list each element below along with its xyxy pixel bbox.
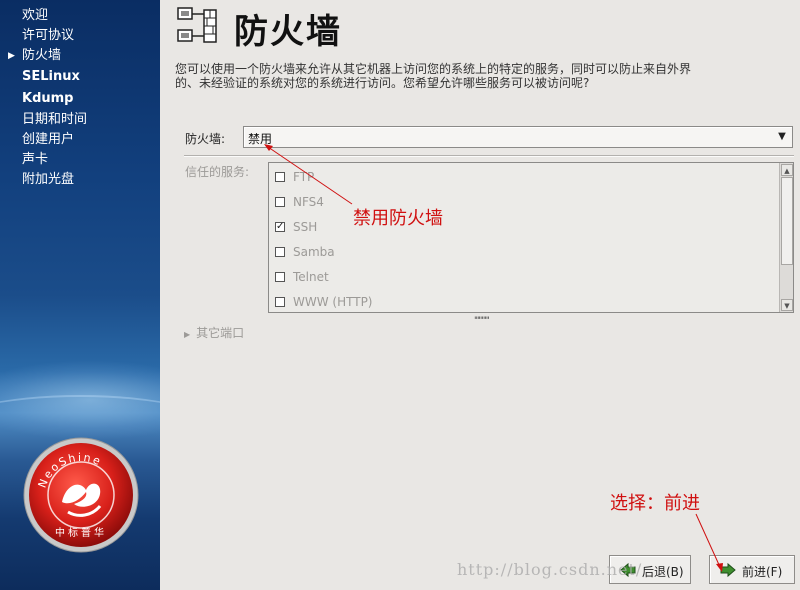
next-button-label: 前进(F) (742, 565, 783, 579)
service-item-ftp[interactable]: FTP (275, 167, 765, 187)
service-item-www-http[interactable]: WWW (HTTP) (275, 292, 765, 312)
sidebar: 欢迎 许可协议 ▶ 防火墙 SELinux Kdump 日期和时间 创建用户 声卡… (0, 0, 160, 590)
checkbox[interactable] (275, 297, 285, 307)
service-item-samba[interactable]: Samba (275, 242, 765, 262)
trusted-services-list[interactable]: FTP NFS4 ✓ SSH Samba Telnet WWW (HTTP) ▲… (268, 162, 794, 313)
sidebar-item-label: 欢迎 (22, 8, 49, 23)
sidebar-item-license: 许可协议 (0, 26, 160, 46)
sidebar-item-sound-card: 声卡 (0, 150, 160, 170)
watermark: http://blog.csdn.net/ (457, 560, 643, 579)
next-button[interactable]: 前进(F) (709, 555, 795, 584)
arrow-right-icon (720, 562, 736, 578)
sidebar-item-welcome: 欢迎 (0, 6, 160, 26)
sidebar-item-firewall: ▶ 防火墙 (0, 46, 160, 66)
service-item-ssh[interactable]: ✓ SSH (275, 217, 765, 237)
firewall-label: 防火墙: (185, 132, 226, 146)
neoshine-logo: NeoShine 中标普华 (23, 437, 139, 553)
firewall-icon (177, 7, 217, 43)
firewall-select[interactable]: 禁用 ▼ (243, 126, 793, 148)
page-title: 防火墙 (234, 12, 342, 52)
sidebar-item-label: 声卡 (22, 152, 49, 167)
sidebar-item-additional-cd: 附加光盘 (0, 170, 160, 190)
service-label: WWW (HTTP) (293, 295, 373, 309)
scrollbar-thumb[interactable] (781, 177, 793, 265)
separator (184, 155, 794, 157)
sidebar-item-selinux: SELinux (0, 66, 160, 88)
current-step-arrow-icon: ▶ (8, 51, 15, 61)
sidebar-item-label: Kdump (22, 91, 74, 106)
scroll-down-icon[interactable]: ▼ (781, 299, 793, 311)
service-label: NFS4 (293, 195, 324, 209)
checkbox-checked[interactable]: ✓ (275, 222, 285, 232)
sidebar-item-create-user: 创建用户 (0, 130, 160, 150)
other-ports-label: 其它端口 (196, 326, 245, 340)
trusted-services-label: 信任的服务: (185, 165, 250, 179)
other-ports-expander[interactable]: ▶ 其它端口 (184, 324, 244, 341)
sidebar-item-label: SELinux (22, 69, 80, 84)
sidebar-item-label: 防火墙 (22, 48, 62, 63)
service-item-nfs4[interactable]: NFS4 (275, 192, 765, 212)
sidebar-item-label: 附加光盘 (22, 172, 75, 187)
annotation-select-next: 选择：前进 (610, 493, 700, 514)
sidebar-item-label: 日期和时间 (22, 112, 88, 127)
sidebar-item-datetime: 日期和时间 (0, 110, 160, 130)
page-description: 您可以使用一个防火墙来允许从其它机器上访问您的系统上的特定的服务，同时可以防止来… (175, 62, 692, 90)
service-item-telnet[interactable]: Telnet (275, 267, 765, 287)
svg-text:中标普华: 中标普华 (55, 526, 107, 539)
checkbox[interactable] (275, 172, 285, 182)
back-button-label: 后退(B) (642, 565, 684, 579)
checkbox[interactable] (275, 247, 285, 257)
service-label: FTP (293, 170, 315, 184)
expander-arrow-icon: ▶ (184, 330, 191, 339)
sidebar-item-label: 创建用户 (22, 132, 75, 147)
sidebar-item-kdump: Kdump (0, 88, 160, 110)
service-label: SSH (293, 220, 318, 234)
sidebar-nav: 欢迎 许可协议 ▶ 防火墙 SELinux Kdump 日期和时间 创建用户 声卡… (0, 6, 160, 190)
service-label: Telnet (293, 270, 329, 284)
main-content: 防火墙 您可以使用一个防火墙来允许从其它机器上访问您的系统上的特定的服务，同时可… (160, 0, 800, 590)
annotation-disable-firewall: 禁用防火墙 (353, 208, 443, 229)
checkbox[interactable] (275, 272, 285, 282)
scrollbar[interactable]: ▲ ▼ (779, 163, 793, 312)
resize-grip-icon[interactable]: '''''''''' (474, 316, 490, 326)
sidebar-item-label: 许可协议 (22, 28, 75, 43)
chevron-down-icon: ▼ (778, 131, 786, 142)
checkbox[interactable] (275, 197, 285, 207)
service-label: Samba (293, 245, 335, 259)
scroll-up-icon[interactable]: ▲ (781, 164, 793, 176)
firewall-select-value: 禁用 (248, 132, 273, 146)
